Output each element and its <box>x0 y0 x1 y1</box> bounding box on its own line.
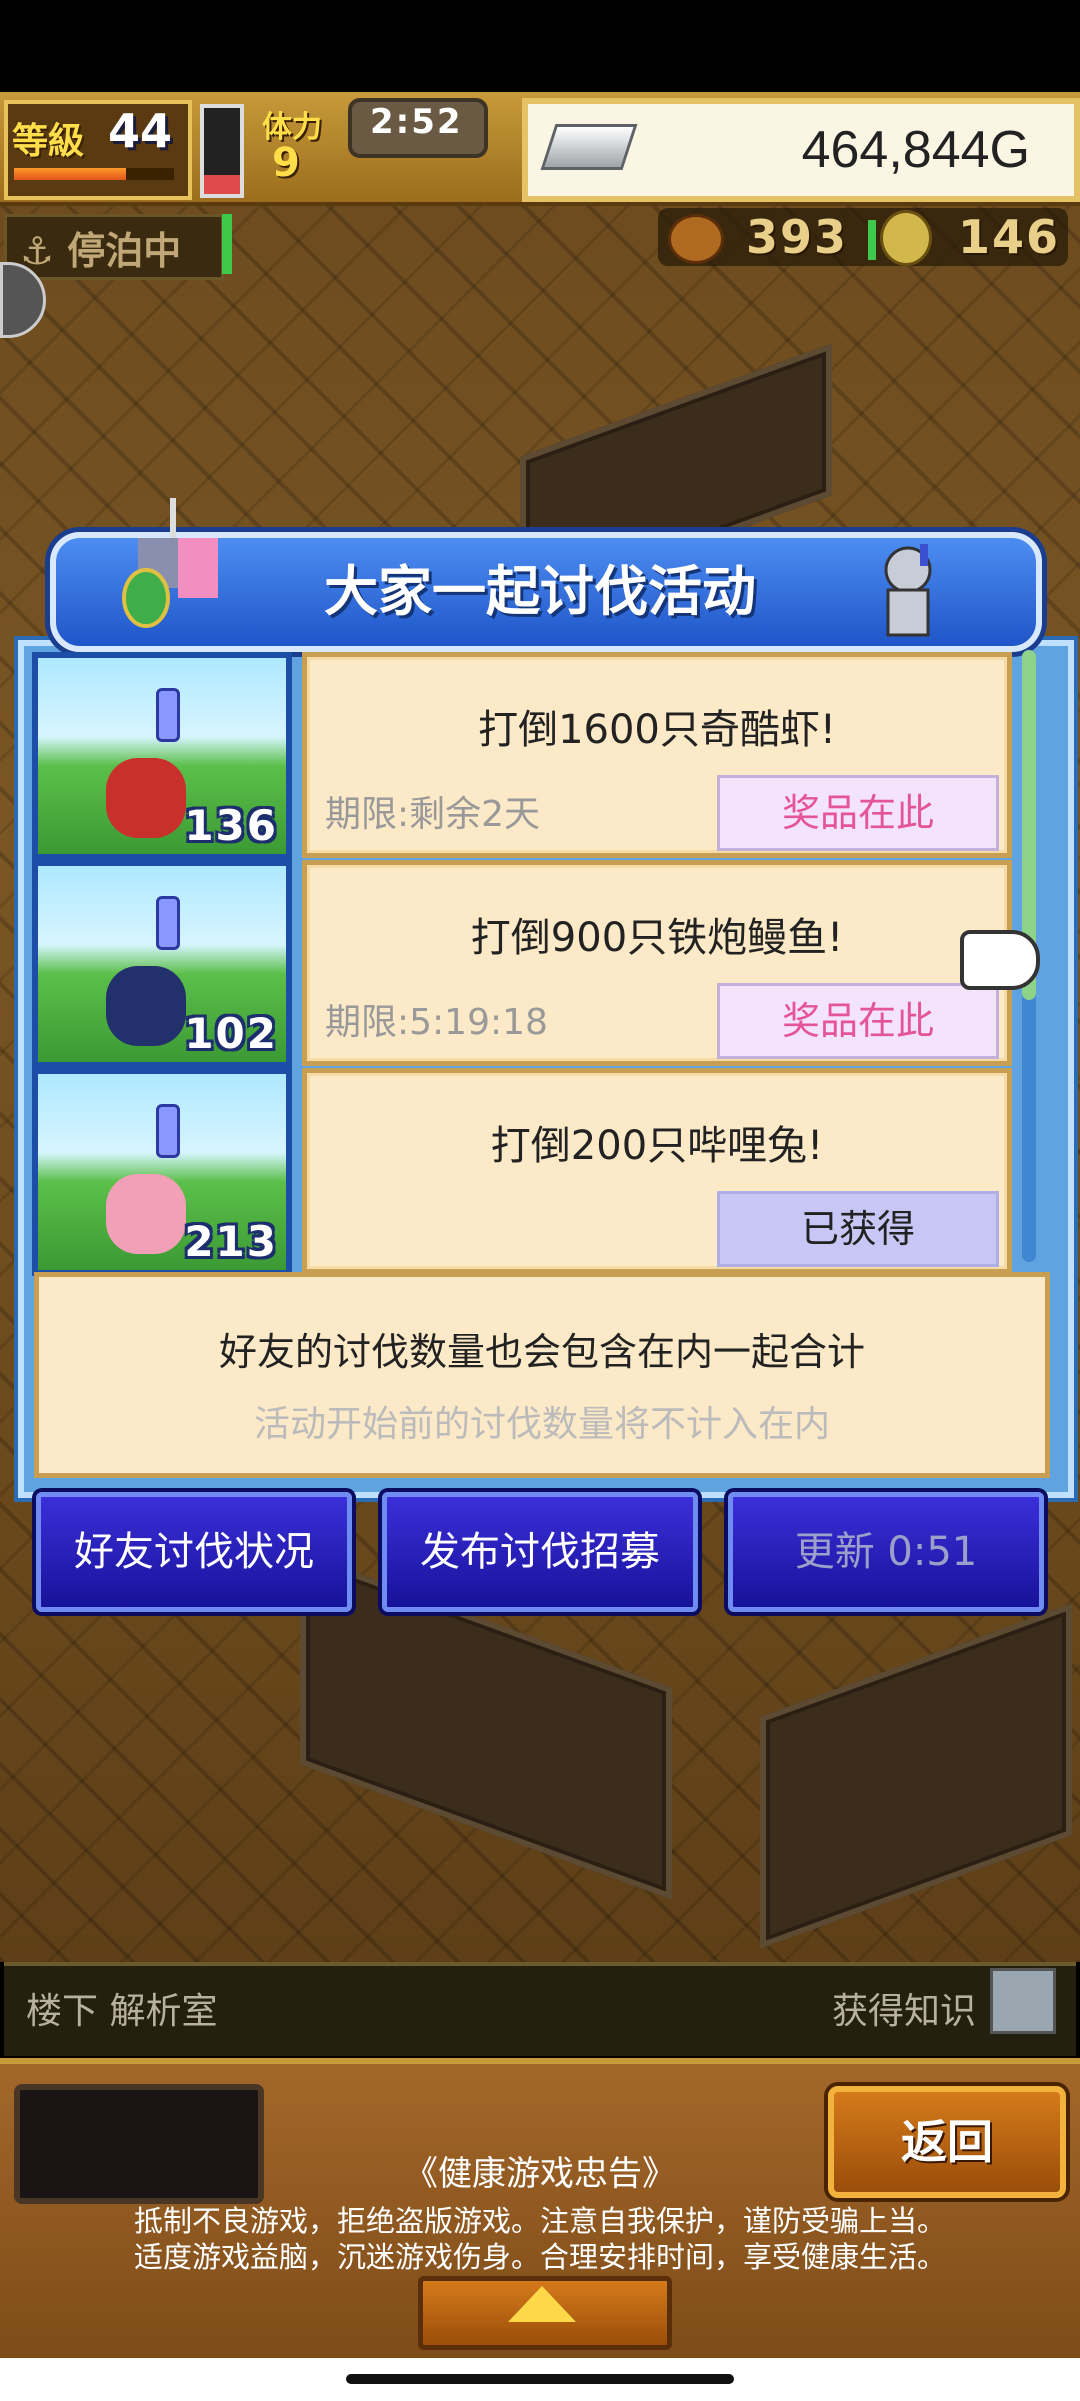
current-room-label: 楼下 解析室 <box>26 1991 218 2032</box>
friends-status-button[interactable]: 好友讨伐状况 <box>36 1492 352 1612</box>
mission-row: 102 打倒900只铁炮鳗鱼! 期限:5:19:18 奖品在此 <box>32 860 1012 1068</box>
dock-status: ⚓ 停泊中 <box>20 229 182 273</box>
silver-ingot-icon <box>540 124 638 170</box>
mission-defeat-count: 102 <box>184 1009 278 1058</box>
reward-button[interactable]: 奖品在此 <box>717 983 999 1059</box>
dock-status-label: 停泊中 <box>67 229 182 273</box>
soldier-mascot-icon <box>884 544 932 637</box>
info-friends-note: 好友的讨伐数量也会包含在内一起合计 <box>218 1330 865 1374</box>
mission-card: 打倒200只哔哩兔! 已获得 <box>302 1068 1012 1274</box>
exp-bar <box>14 168 174 180</box>
meat-icon <box>668 214 724 264</box>
resource-separator <box>868 220 876 260</box>
exclamation-icon <box>156 1104 180 1158</box>
up-arrow-icon <box>508 2286 576 2322</box>
mission-card: 打倒1600只奇酷虾! 期限:剩余2天 奖品在此 <box>302 652 1012 858</box>
resource-food-value: 393 <box>746 210 849 264</box>
knight-mascot-icon <box>122 498 218 628</box>
reward-obtained-button[interactable]: 已获得 <box>717 1191 999 1267</box>
refresh-button[interactable]: 更新 0:51 <box>728 1492 1044 1612</box>
stamina-timer: 2:52 <box>370 102 463 142</box>
mission-title: 打倒1600只奇酷虾! <box>478 707 836 753</box>
level-label: 等級 <box>12 121 85 162</box>
mission-row: 213 打倒200只哔哩兔! 已获得 <box>32 1068 1012 1276</box>
info-start-note: 活动开始前的讨伐数量将不计入在内 <box>253 1404 830 1445</box>
level-value: 44 <box>108 104 173 158</box>
shrimp-monster-icon <box>106 758 186 838</box>
info-panel: 好友的讨伐数量也会包含在内一起合计 活动开始前的讨伐数量将不计入在内 <box>34 1272 1050 1478</box>
mission-image: 213 <box>32 1068 292 1276</box>
exp-bar-fill <box>14 168 126 180</box>
resource-coin-value: 146 <box>958 210 1061 264</box>
exclamation-icon <box>156 688 180 742</box>
coin-icon <box>880 210 932 266</box>
mission-deadline: 期限:5:19:18 <box>325 1002 548 1043</box>
rabbit-monster-icon <box>106 1174 186 1254</box>
knowledge-label: 获得知识 <box>831 1991 976 2032</box>
stamina-value: 9 <box>272 140 300 186</box>
health-notice-title: 《健康游戏忠告》 <box>404 2154 676 2194</box>
mission-title: 打倒900只铁炮鳗鱼! <box>470 915 844 961</box>
mission-defeat-count: 213 <box>184 1217 278 1266</box>
exclamation-icon <box>156 896 180 950</box>
post-recruit-button[interactable]: 发布讨伐招募 <box>382 1492 698 1612</box>
mission-image: 102 <box>32 860 292 1068</box>
eel-monster-icon <box>106 966 186 1046</box>
mission-defeat-count: 136 <box>184 801 278 850</box>
pointing-hand-icon <box>960 930 1040 990</box>
reward-button[interactable]: 奖品在此 <box>717 775 999 851</box>
stamina-gauge-fill <box>204 175 240 194</box>
home-indicator[interactable] <box>346 2374 734 2384</box>
health-notice-line2: 适度游戏益脑，沉迷游戏伤身。合理安排时间，享受健康生活。 <box>133 2240 946 2274</box>
gold-amount: 464,844G <box>801 121 1030 179</box>
mission-card: 打倒900只铁炮鳗鱼! 期限:5:19:18 奖品在此 <box>302 860 1012 1066</box>
mission-title: 打倒200只哔哩兔! <box>490 1123 824 1169</box>
stamina-gauge <box>200 104 244 198</box>
magnifier-icon[interactable] <box>990 1968 1056 2034</box>
mission-deadline: 期限:剩余2天 <box>325 794 541 835</box>
mission-image: 136 <box>32 652 292 860</box>
dock-indicator <box>222 214 232 274</box>
mission-row: 136 打倒1600只奇酷虾! 期限:剩余2天 奖品在此 <box>32 652 1012 860</box>
